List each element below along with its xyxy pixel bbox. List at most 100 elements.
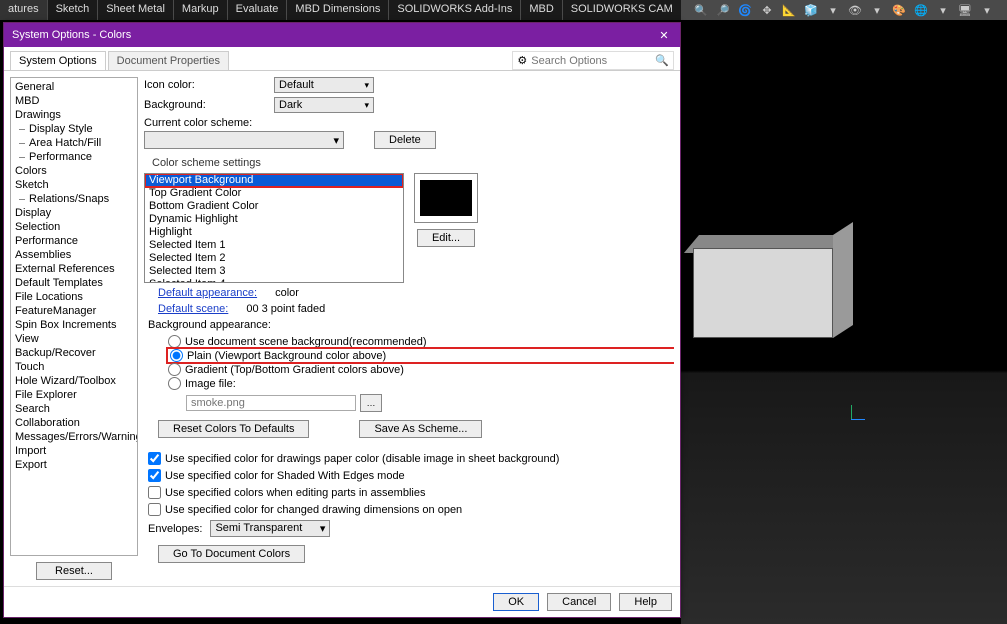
- sidebar-item[interactable]: Export: [11, 458, 137, 472]
- sidebar-item[interactable]: Sketch: [11, 178, 137, 192]
- ribbon-tab[interactable]: SOLIDWORKS Add-Ins: [389, 0, 520, 20]
- color-setting-item[interactable]: Top Gradient Color: [145, 187, 403, 200]
- delete-button[interactable]: Delete: [374, 131, 436, 149]
- ribbon-tab[interactable]: atures: [0, 0, 47, 20]
- reset-button[interactable]: Reset...: [36, 562, 112, 580]
- rotate-icon[interactable]: 🌀: [737, 2, 753, 18]
- color-setting-item[interactable]: Selected Item 4: [145, 278, 403, 283]
- caret-icon[interactable]: ▾: [825, 2, 841, 18]
- chevron-down-icon: ▾: [333, 134, 339, 147]
- icon-color-label: Icon color:: [144, 79, 264, 91]
- sidebar-item[interactable]: Display: [11, 206, 137, 220]
- pan-icon[interactable]: ✥: [759, 2, 775, 18]
- search-input[interactable]: [531, 55, 651, 67]
- icon-color-value: Default: [279, 79, 314, 91]
- ribbon-tab[interactable]: Sketch: [48, 0, 98, 20]
- display-style-icon[interactable]: 🧊: [803, 2, 819, 18]
- category-list[interactable]: GeneralMBDDrawingsDisplay StyleArea Hatc…: [10, 77, 138, 556]
- check-changed-dims[interactable]: Use specified color for changed drawing …: [144, 503, 674, 516]
- sidebar-item[interactable]: View: [11, 332, 137, 346]
- close-icon[interactable]: ✕: [656, 27, 672, 43]
- sidebar-item[interactable]: Messages/Errors/Warnings: [11, 430, 137, 444]
- image-file-input[interactable]: [186, 395, 356, 411]
- color-setting-item[interactable]: Viewport Background: [145, 174, 403, 187]
- edit-color-button[interactable]: Edit...: [417, 229, 475, 247]
- scheme-dropdown[interactable]: ▾: [144, 131, 344, 149]
- sidebar-item[interactable]: General: [11, 80, 137, 94]
- ribbon-tab[interactable]: Sheet Metal: [98, 0, 173, 20]
- check-paper-color[interactable]: Use specified color for drawings paper c…: [144, 452, 674, 465]
- sidebar-item[interactable]: Display Style: [11, 122, 137, 136]
- radio-plain[interactable]: Plain (Viewport Background color above): [168, 349, 674, 362]
- zoom-area-icon[interactable]: 🔎: [715, 2, 731, 18]
- cancel-button[interactable]: Cancel: [547, 593, 611, 611]
- zoom-fit-icon[interactable]: 🔍: [693, 2, 709, 18]
- sidebar-item[interactable]: Area Hatch/Fill: [11, 136, 137, 150]
- tab-document-properties[interactable]: Document Properties: [108, 51, 229, 70]
- color-setting-item[interactable]: Highlight: [145, 226, 403, 239]
- hide-show-icon[interactable]: 👁: [847, 2, 863, 18]
- icon-color-dropdown[interactable]: Default ▾: [274, 77, 374, 93]
- appearance-icon[interactable]: 🎨: [891, 2, 907, 18]
- sidebar-item[interactable]: Default Templates: [11, 276, 137, 290]
- sidebar-item[interactable]: Spin Box Increments: [11, 318, 137, 332]
- go-document-colors-button[interactable]: Go To Document Colors: [158, 545, 305, 563]
- scheme-label: Current color scheme:: [144, 117, 264, 129]
- sidebar-item[interactable]: File Explorer: [11, 388, 137, 402]
- help-button[interactable]: Help: [619, 593, 672, 611]
- reset-colors-button[interactable]: Reset Colors To Defaults: [158, 420, 309, 438]
- sidebar-item[interactable]: Search: [11, 402, 137, 416]
- sidebar-item[interactable]: Import: [11, 444, 137, 458]
- radio-gradient[interactable]: Gradient (Top/Bottom Gradient colors abo…: [168, 363, 674, 376]
- sidebar-item[interactable]: Drawings: [11, 108, 137, 122]
- color-settings-list[interactable]: Viewport BackgroundTop Gradient ColorBot…: [144, 173, 404, 283]
- ribbon-tab[interactable]: SOLIDWORKS CAM: [563, 0, 681, 20]
- sidebar-item[interactable]: Assemblies: [11, 248, 137, 262]
- sidebar-item[interactable]: Touch: [11, 360, 137, 374]
- browse-button[interactable]: …: [360, 394, 382, 412]
- color-setting-item[interactable]: Selected Item 3: [145, 265, 403, 278]
- ribbon-tab[interactable]: Markup: [174, 0, 227, 20]
- color-setting-item[interactable]: Bottom Gradient Color: [145, 200, 403, 213]
- color-setting-item[interactable]: Selected Item 1: [145, 239, 403, 252]
- save-scheme-button[interactable]: Save As Scheme...: [359, 420, 482, 438]
- default-appearance-link[interactable]: Default appearance:: [158, 287, 257, 299]
- sidebar-item[interactable]: Hole Wizard/Toolbox: [11, 374, 137, 388]
- render-icon[interactable]: 🖥: [957, 2, 973, 18]
- viewport-3d[interactable]: [681, 20, 1007, 624]
- caret-icon[interactable]: ▾: [869, 2, 885, 18]
- radio-doc-scene[interactable]: Use document scene background(recommende…: [168, 335, 674, 348]
- sidebar-item[interactable]: Collaboration: [11, 416, 137, 430]
- sidebar-item[interactable]: MBD: [11, 94, 137, 108]
- ok-button[interactable]: OK: [493, 593, 539, 611]
- scene-icon[interactable]: 🌐: [913, 2, 929, 18]
- sidebar-item[interactable]: Backup/Recover: [11, 346, 137, 360]
- sidebar-item[interactable]: External References: [11, 262, 137, 276]
- ribbon-tab[interactable]: MBD Dimensions: [287, 0, 388, 20]
- envelopes-dropdown[interactable]: Semi Transparent ▾: [210, 520, 330, 537]
- caret-icon[interactable]: ▾: [979, 2, 995, 18]
- color-setting-item[interactable]: Selected Item 2: [145, 252, 403, 265]
- section-icon[interactable]: 📐: [781, 2, 797, 18]
- sidebar-item[interactable]: Performance: [11, 150, 137, 164]
- sidebar-item[interactable]: File Locations: [11, 290, 137, 304]
- check-editing-parts[interactable]: Use specified colors when editing parts …: [144, 486, 674, 499]
- model-cube[interactable]: [693, 235, 853, 335]
- background-dropdown[interactable]: Dark ▾: [274, 97, 374, 113]
- search-icon[interactable]: 🔍: [655, 54, 669, 67]
- default-scene-link[interactable]: Default scene:: [158, 303, 228, 315]
- radio-image[interactable]: Image file:: [168, 377, 674, 390]
- caret-icon[interactable]: ▾: [935, 2, 951, 18]
- sidebar-item[interactable]: Colors: [11, 164, 137, 178]
- sidebar-item[interactable]: FeatureManager: [11, 304, 137, 318]
- ribbon-tab[interactable]: Evaluate: [228, 0, 287, 20]
- sidebar-item[interactable]: Selection: [11, 220, 137, 234]
- sidebar-item[interactable]: Relations/Snaps: [11, 192, 137, 206]
- background-value: Dark: [279, 99, 302, 111]
- color-setting-item[interactable]: Dynamic Highlight: [145, 213, 403, 226]
- search-options[interactable]: ⚙ 🔍: [512, 51, 674, 70]
- sidebar-item[interactable]: Performance: [11, 234, 137, 248]
- ribbon-tab[interactable]: MBD: [521, 0, 561, 20]
- tab-system-options[interactable]: System Options: [10, 51, 106, 70]
- check-shaded-edges[interactable]: Use specified color for Shaded With Edge…: [144, 469, 674, 482]
